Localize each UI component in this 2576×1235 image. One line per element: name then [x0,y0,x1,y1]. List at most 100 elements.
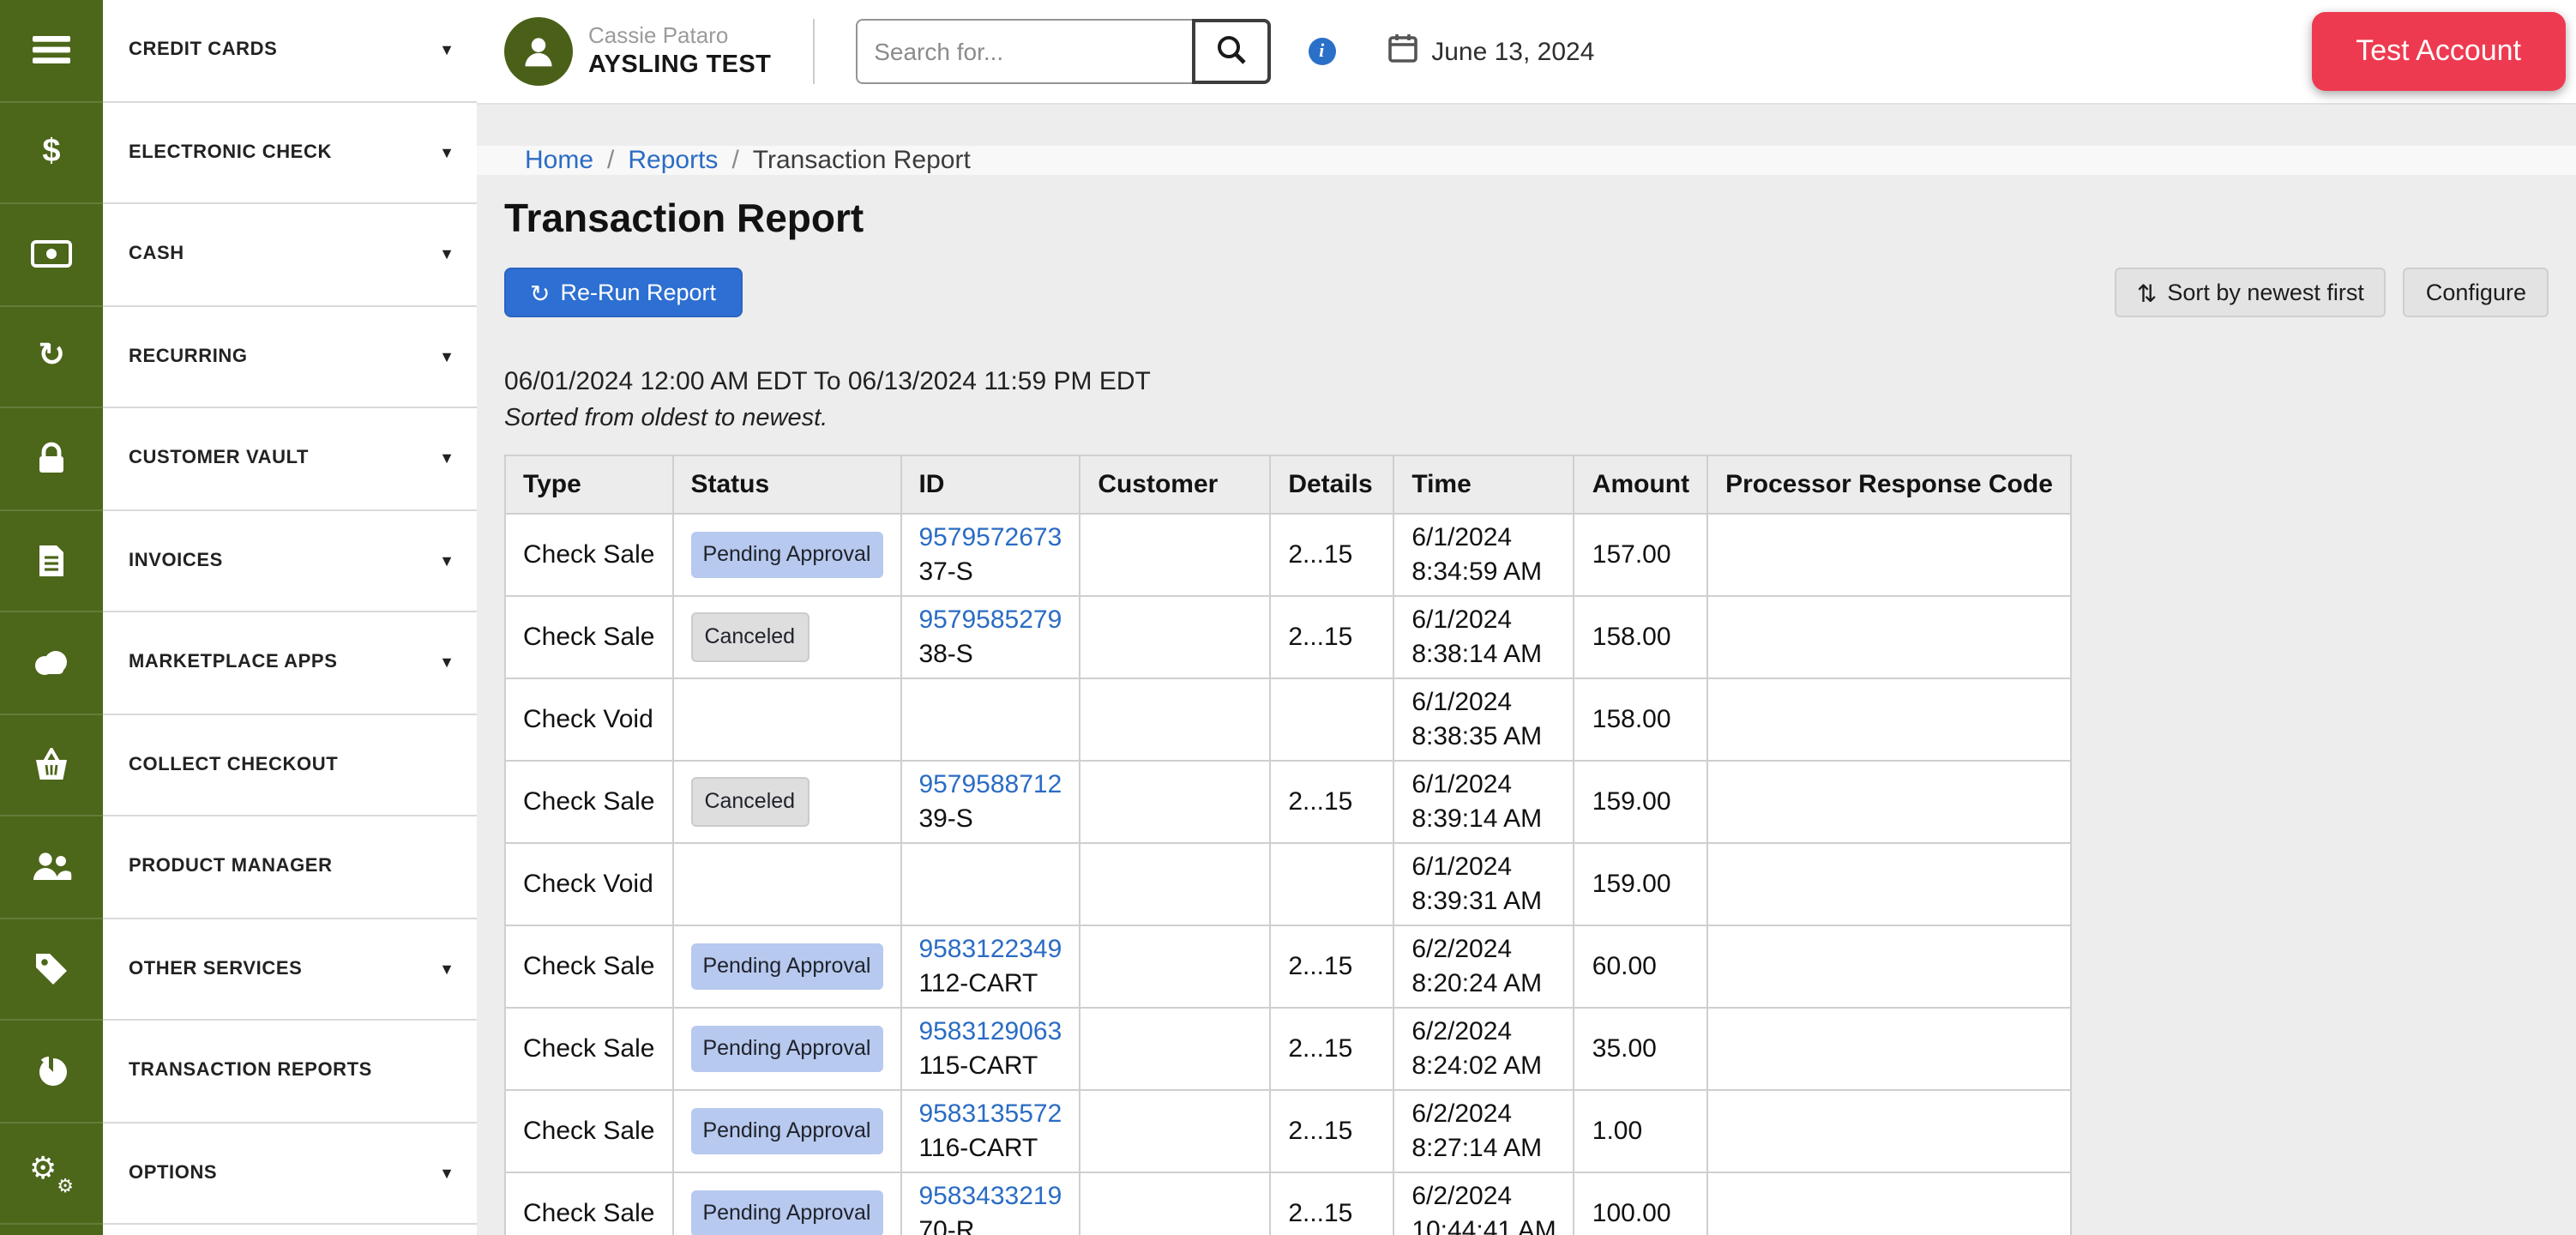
time-clock: 8:24:02 AM [1411,1051,1543,1080]
cell-response [1706,760,2072,844]
breadcrumb-link-reports[interactable]: Reports [628,146,718,175]
column-header-response: Processor Response Code [1706,455,2072,515]
transaction-id-link[interactable]: 9583135572 [918,1098,1062,1131]
cell-type: Check Sale [504,1007,674,1091]
cell-id: 9583433219 70-R [900,1172,1081,1235]
cell-customer [1079,1172,1272,1235]
transaction-order-id: 39-S [918,804,973,833]
sidebar-item-product-manager[interactable]: PRODUCT MANAGER [0,816,477,919]
time-date: 6/2/2024 [1411,1017,1513,1046]
search-icon [1215,33,1246,69]
rerun-report-button[interactable]: ↻ Re-Run Report [504,268,743,317]
calendar-icon [1387,32,1417,71]
transaction-id-link[interactable]: 9579572673 [918,521,1062,555]
time-date: 6/2/2024 [1411,935,1513,964]
cell-details: 2...15 [1269,925,1395,1009]
transaction-id-link[interactable]: 9579585279 [918,604,1062,637]
user-avatar[interactable] [504,17,573,86]
sidebar-item-electronic-check[interactable]: $ ELECTRONIC CHECK ▼ [0,102,477,204]
customer-vault-lock-icon [0,408,103,510]
time-clock: 8:39:31 AM [1411,886,1543,915]
sidebar-item-options[interactable]: ⚙ ⚙ OPTIONS ▼ [0,1123,477,1225]
sidebar: CREDIT CARDS ▼ $ ELECTRONIC CHECK ▼ CASH ▼ … [0,0,477,1235]
cell-status [671,678,902,762]
table-row: Check Sale Canceled 9579588712 39-S 2...… [504,760,2072,844]
breadcrumb-current: Transaction Report [752,146,971,175]
time-date: 6/1/2024 [1411,523,1513,552]
sidebar-item-transaction-reports[interactable]: TRANSACTION REPORTS [0,1021,477,1123]
cell-time: 6/2/2024 8:24:02 AM [1393,1007,1575,1091]
account-name: AYSLING TEST [588,51,772,79]
cell-type: Check Sale [504,513,674,597]
table-row: Check Void 6/1/2024 8:38:35 AM 158.00 [504,678,2072,762]
sidebar-item-invoices[interactable]: INVOICES ▼ [0,510,477,612]
sidebar-item-label: PRODUCT MANAGER [129,856,333,877]
transaction-id-link[interactable]: 9579588712 [918,768,1062,802]
status-badge: Pending Approval [690,1190,883,1235]
cell-customer [1079,1089,1272,1173]
cell-response [1706,595,2072,679]
chevron-down-icon: ▼ [439,960,454,978]
cell-time: 6/2/2024 10:44:41 AM [1393,1172,1575,1235]
status-badge: Pending Approval [690,943,883,991]
status-badge: Canceled [690,611,810,663]
transaction-order-id: 70-R [918,1215,975,1235]
cell-customer [1079,842,1272,926]
date-picker[interactable]: June 13, 2024 [1387,32,1594,71]
chevron-down-icon: ▼ [439,143,454,161]
cell-details: 2...15 [1269,595,1395,679]
configure-button[interactable]: Configure [2403,268,2549,317]
column-header-customer: Customer [1079,455,1272,515]
time-clock: 8:20:24 AM [1411,968,1543,997]
transaction-order-id: 115-CART [918,1051,1038,1080]
table-row: Check Sale Pending Approval 9583433219 7… [504,1172,2072,1235]
cell-response [1706,842,2072,926]
cell-id: 9579572673 37-S [900,513,1081,597]
transaction-table-body: Check Sale Pending Approval 9579572673 3… [504,513,2072,1235]
cell-time: 6/1/2024 8:34:59 AM [1393,513,1575,597]
search-button[interactable] [1191,19,1271,84]
time-clock: 8:27:14 AM [1411,1133,1543,1162]
breadcrumb-link-home[interactable]: Home [525,146,593,175]
cell-amount: 100.00 [1573,1172,1709,1235]
sidebar-item-collect-checkout[interactable]: COLLECT CHECKOUT [0,714,477,816]
credit-cards-icon [0,0,103,102]
recurring-icon: ↻ [0,306,103,408]
table-row: Check Void 6/1/2024 8:39:31 AM 159.00 [504,842,2072,926]
time-date: 6/2/2024 [1411,1099,1513,1129]
cell-status: Pending Approval [671,1007,902,1091]
cell-customer [1079,925,1272,1009]
cell-type: Check Sale [504,1172,674,1235]
search-input[interactable] [855,19,1192,84]
transaction-reports-pie-icon [0,1021,103,1123]
cell-details: 2...15 [1269,1007,1395,1091]
sidebar-item-label: INVOICES [129,550,223,571]
sidebar-item-marketplace-apps[interactable]: MARKETPLACE APPS ▼ [0,612,477,714]
collect-checkout-basket-icon [0,714,103,816]
time-date: 6/1/2024 [1411,852,1513,882]
sidebar-item-recurring[interactable]: ↻ RECURRING ▼ [0,306,477,408]
time-clock: 10:44:41 AM [1411,1215,1556,1235]
time-clock: 8:38:35 AM [1411,721,1543,750]
time-clock: 8:34:59 AM [1411,557,1543,586]
cell-time: 6/2/2024 8:20:24 AM [1393,925,1575,1009]
status-badge: Pending Approval [690,531,883,579]
test-account-button[interactable]: Test Account [2311,12,2566,91]
user-info: Cassie Pataro AYSLING TEST [588,22,771,81]
transaction-id-link[interactable]: 9583129063 [918,1015,1062,1049]
chevron-down-icon: ▼ [439,41,454,59]
time-date: 6/1/2024 [1411,770,1513,799]
transaction-id-link[interactable]: 9583433219 [918,1180,1062,1214]
sidebar-item-other-services[interactable]: OTHER SERVICES ▼ [0,919,477,1021]
sidebar-item-customer-vault[interactable]: CUSTOMER VAULT ▼ [0,408,477,510]
sidebar-item-credit-cards[interactable]: CREDIT CARDS ▼ [0,0,477,102]
product-manager-icon [0,816,103,919]
sidebar-item-cash[interactable]: CASH ▼ [0,204,477,306]
info-icon[interactable]: i [1308,38,1336,65]
cell-id: 9579585279 38-S [900,595,1081,679]
app-root: CREDIT CARDS ▼ $ ELECTRONIC CHECK ▼ CASH ▼ … [0,0,2576,1235]
table-header-row: Type Status ID Customer Details Time Amo… [504,455,2072,515]
transaction-id-link[interactable]: 9583122349 [918,933,1062,967]
sidebar-item-help[interactable]: ? HELP▼ [0,1225,477,1235]
sort-button[interactable]: ⇅ Sort by newest first [2114,268,2386,317]
